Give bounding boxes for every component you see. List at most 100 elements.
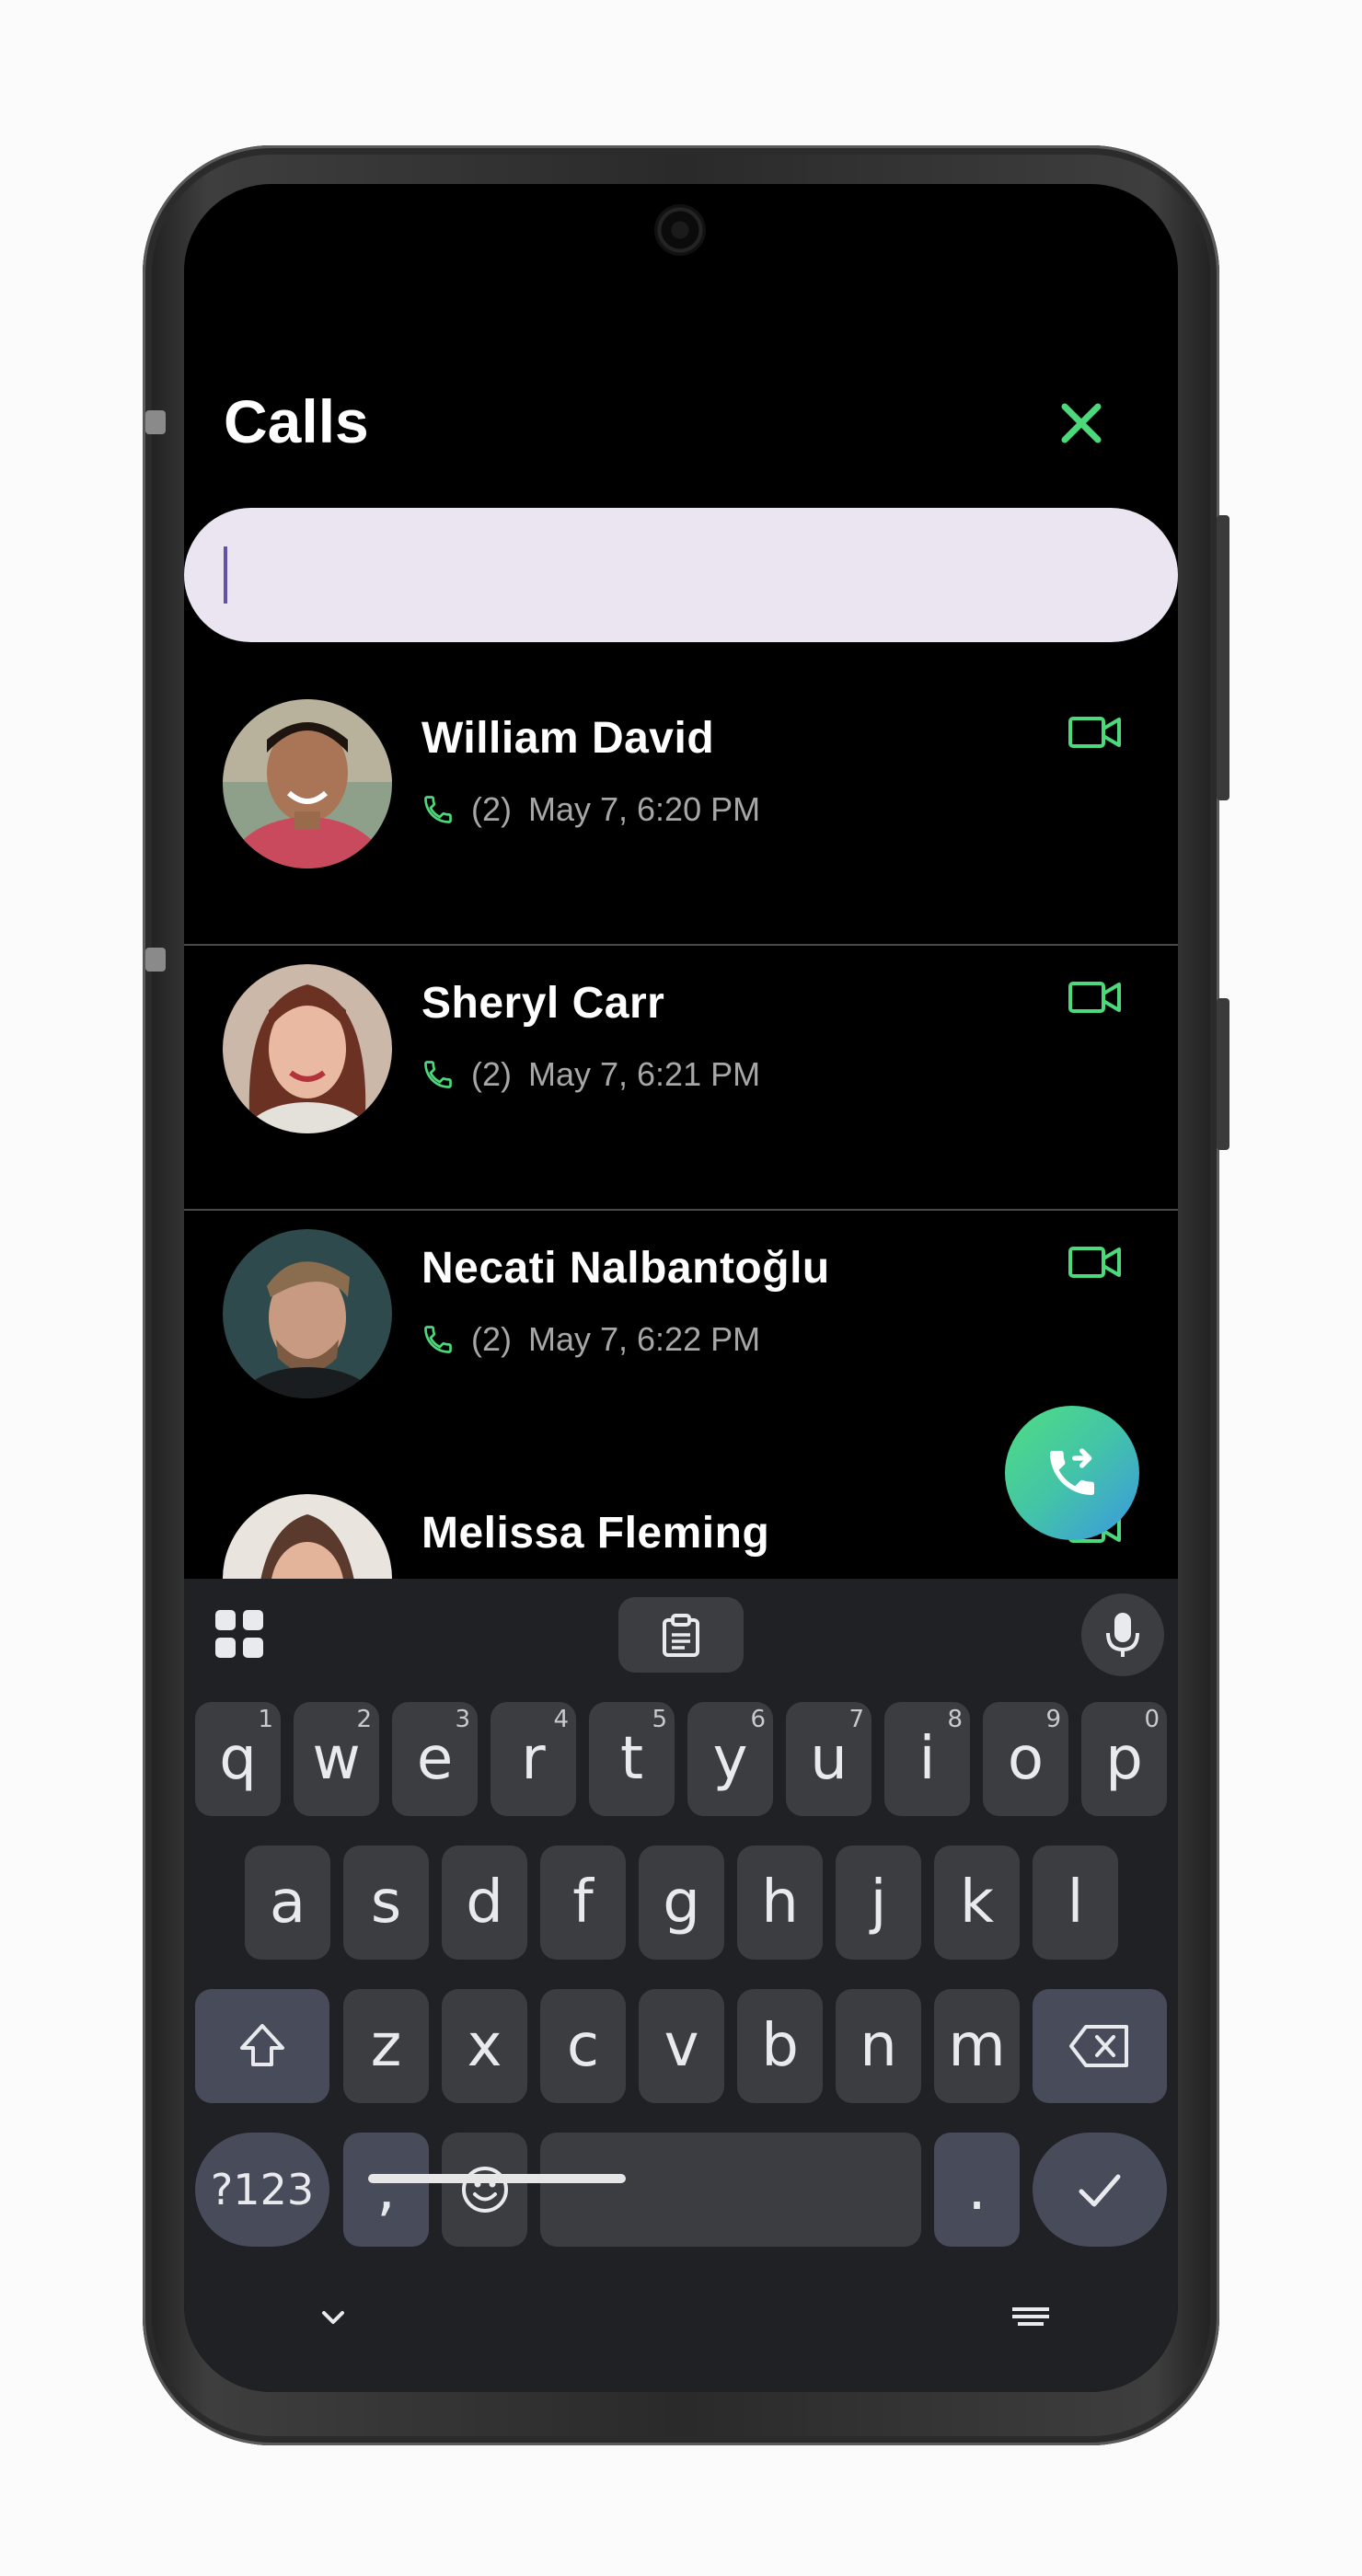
avatar [223,964,392,1133]
call-count: (2) [471,1055,512,1093]
avatar [223,1229,392,1398]
page-title: Calls [224,387,369,455]
key-c[interactable]: c [540,1989,626,2103]
power-button [1217,998,1229,1150]
key-e[interactable]: e3 [392,1702,478,1816]
text-cursor [224,546,227,604]
key-hint: 5 [652,1706,667,1733]
call-row[interactable]: William David (2) May 7, 6:20 PM [184,681,1178,946]
key-w[interactable]: w2 [294,1702,379,1816]
key-hint: 3 [455,1706,470,1733]
video-call-button[interactable] [1068,979,1123,1016]
key-label: r [521,1725,546,1793]
mic-icon [1106,1613,1139,1657]
key-label: j [870,1869,887,1937]
call-count: (2) [471,790,512,828]
key-hint: 1 [258,1706,273,1733]
key-label: a [269,1869,306,1937]
apps-button[interactable] [212,1606,267,1662]
call-count: (2) [471,1320,512,1358]
key-j[interactable]: j [836,1846,921,1960]
key-f[interactable]: f [540,1846,626,1960]
key-hint: 6 [750,1706,766,1733]
key-label: u [810,1725,848,1793]
close-icon [1061,403,1102,443]
key-d[interactable]: d [442,1846,527,1960]
key-label: h [761,1869,799,1937]
phone-icon [424,1326,452,1353]
key-label: n [860,2012,897,2080]
hide-keyboard-button[interactable] [313,2302,353,2335]
video-icon [1068,717,1121,748]
close-button[interactable] [1054,396,1109,451]
voice-input-button[interactable] [1081,1593,1164,1676]
enter-key[interactable] [1033,2133,1167,2247]
phone-icon [424,796,452,823]
key-t[interactable]: t5 [589,1702,675,1816]
call-time: May 7, 6:20 PM [528,790,761,828]
clipboard-button[interactable] [618,1597,744,1673]
symbols-key[interactable]: ?123 [195,2133,329,2247]
key-h[interactable]: h [737,1846,823,1960]
key-u[interactable]: u7 [786,1702,871,1816]
key-r[interactable]: r4 [491,1702,576,1816]
key-label: ?123 [210,2165,315,2214]
phone-icon [424,1061,452,1088]
volume-button [1217,515,1229,800]
key-label: , [376,2156,396,2224]
shift-key[interactable] [195,1989,329,2103]
search-input[interactable] [221,535,1123,615]
key-n[interactable]: n [836,1989,921,2103]
key-label: i [918,1725,936,1793]
call-info: (2) May 7, 6:20 PM [421,789,760,830]
space-key[interactable] [540,2133,921,2247]
key-label: t [619,1725,644,1793]
key-q[interactable]: q1 [195,1702,281,1816]
video-call-button[interactable] [1068,714,1123,751]
key-x[interactable]: x [442,1989,527,2103]
keyboard-toolbar [184,1579,1178,1695]
key-label: y [712,1725,748,1793]
key-a[interactable]: a [245,1846,330,1960]
period-key[interactable]: . [934,2133,1020,2247]
call-time: May 7, 6:22 PM [528,1320,761,1358]
key-p[interactable]: p0 [1081,1702,1167,1816]
home-indicator[interactable] [368,2174,626,2183]
key-v[interactable]: v [639,1989,724,2103]
front-camera [654,204,706,256]
key-o[interactable]: o9 [983,1702,1068,1816]
call-row[interactable]: Sheryl Carr (2) May 7, 6:21 PM [184,946,1178,1211]
comma-key[interactable]: , [343,2133,429,2247]
check-icon [1079,2174,1121,2207]
chevron-down-icon [322,2311,344,2324]
key-label: m [948,2012,1006,2080]
key-label: l [1067,1869,1084,1937]
contact-name: Sheryl Carr [421,979,665,1028]
key-label: s [370,1869,402,1937]
key-k[interactable]: k [934,1846,1020,1960]
screen: Calls William David (2) May 7, 6:20 PM S… [184,184,1178,2392]
frame-accent-left [145,410,166,434]
call-info: (2) May 7, 6:21 PM [421,1054,760,1095]
key-y[interactable]: y6 [687,1702,773,1816]
key-label: e [416,1725,454,1793]
key-b[interactable]: b [737,1989,823,2103]
search-bar[interactable] [184,508,1178,642]
key-m[interactable]: m [934,1989,1020,2103]
backspace-key[interactable] [1033,1989,1167,2103]
key-label: o [1007,1725,1045,1793]
key-label: . [967,2156,987,2224]
key-i[interactable]: i8 [884,1702,970,1816]
key-s[interactable]: s [343,1846,429,1960]
video-icon [1068,982,1121,1013]
key-label: k [959,1869,995,1937]
key-l[interactable]: l [1033,1846,1118,1960]
keyboard-switch-button[interactable] [1009,2300,1053,2333]
key-g[interactable]: g [639,1846,724,1960]
contact-name: William David [421,714,715,763]
key-label: w [312,1725,361,1793]
emoji-key[interactable] [442,2133,527,2247]
new-call-fab[interactable] [1005,1406,1139,1540]
key-z[interactable]: z [343,1989,429,2103]
video-call-button[interactable] [1068,1244,1123,1281]
